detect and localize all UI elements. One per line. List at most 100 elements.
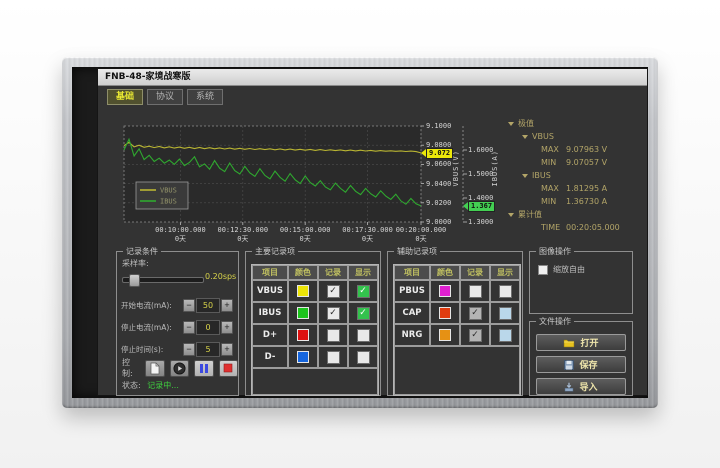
record-checkbox[interactable] [327, 351, 340, 364]
document-icon [149, 362, 161, 375]
x-tick-time: 00:15:00.000 [273, 226, 337, 234]
import-button[interactable]: 导入 [536, 378, 626, 395]
record-checkbox[interactable] [327, 329, 340, 342]
zoom-free-checkbox[interactable] [538, 265, 548, 275]
tab-protocol[interactable]: 协议 [147, 89, 183, 105]
tree-row-累计值: 累计值 [498, 208, 648, 221]
spinner-label: 停止电流(mA): [121, 322, 182, 333]
record-checkbox[interactable]: ✓ [327, 285, 340, 298]
save-button[interactable]: 保存 [536, 356, 626, 373]
pause-button[interactable] [194, 360, 213, 377]
aux-record-items-panel: 辅助记录项 项目颜色记录显示PBUSCAP✓NRG✓ [387, 251, 523, 396]
display-checkbox[interactable] [499, 285, 512, 298]
tree-row-max: MAX9.07963 V [498, 143, 648, 156]
table-row-ibus: IBUS✓✓ [252, 302, 378, 324]
app-content: 基础协议系统 VBUSIBUS9.10009.08009.06009.04009… [98, 86, 647, 395]
spinner-stop-current: 停止电流(mA):−0+ [121, 320, 234, 334]
tree-value: 9.07057 V [566, 156, 607, 169]
color-swatch[interactable] [297, 351, 309, 363]
stop-button[interactable] [219, 360, 238, 377]
tree-label: MIN [541, 197, 556, 206]
chevron-down-icon[interactable] [508, 213, 514, 217]
tree-row-ibus: IBUS [498, 169, 648, 182]
tree-row-max: MAX1.81295 A [498, 182, 648, 195]
legend-label: VBUS [160, 187, 177, 195]
y-right-tick: 1.3000 [468, 218, 493, 226]
minus-button[interactable]: − [183, 343, 195, 356]
chevron-down-icon[interactable] [522, 174, 528, 178]
tree-row-min: MIN 1.36730 A [498, 195, 648, 208]
tree-label: VBUS [532, 132, 554, 141]
control-label: 控制: [122, 357, 140, 379]
panel-title: 主要记录项 [252, 246, 298, 257]
minus-button[interactable]: − [183, 299, 195, 312]
tab-system[interactable]: 系统 [187, 89, 223, 105]
column-header: 显示 [490, 265, 520, 280]
y-left-tick: 9.0200 [426, 199, 451, 207]
table-row-vbus: VBUS✓✓ [252, 280, 378, 302]
image-operations-panel: 图像操作 缩放自由 [529, 251, 633, 314]
button-label: 打开 [580, 336, 598, 349]
file-buttons: 打开保存导入 [536, 334, 626, 395]
chart[interactable]: VBUSIBUS9.10009.08009.06009.04009.02009.… [122, 122, 504, 250]
tree-value: 1.36730 A [566, 195, 607, 208]
button-label: 导入 [579, 380, 597, 393]
table-empty-area [394, 346, 520, 395]
table-row-nrg: NRG ✓ [394, 324, 520, 346]
column-header: 项目 [252, 265, 288, 280]
plus-button[interactable]: + [221, 299, 233, 312]
slider-handle[interactable] [129, 274, 140, 287]
tree-label: 极值 [518, 119, 534, 128]
record-checkbox[interactable]: ✓ [469, 329, 482, 342]
zoom-free-row: 缩放自由 [538, 264, 585, 275]
display-checkbox[interactable] [357, 329, 370, 342]
column-header: 显示 [348, 265, 378, 280]
record-checkbox[interactable]: ✓ [469, 307, 482, 320]
color-swatch[interactable] [439, 285, 451, 297]
play-button[interactable] [170, 360, 189, 377]
spinner-label: 停止时间(s): [121, 344, 182, 355]
open-button[interactable]: 打开 [536, 334, 626, 351]
item-name-cell: PBUS [394, 280, 430, 302]
chevron-down-icon[interactable] [508, 122, 514, 126]
panel-title: 辅助记录项 [394, 246, 440, 257]
y-right-tick: 1.5000 [468, 170, 493, 178]
item-name-cell: D- [252, 346, 288, 368]
display-checkbox[interactable] [357, 351, 370, 364]
plus-button[interactable]: + [221, 321, 233, 334]
plus-button[interactable]: + [221, 343, 233, 356]
sample-rate-value: 0.20sps [205, 272, 236, 281]
y-left-tick: 9.0600 [426, 160, 451, 168]
color-swatch[interactable] [297, 307, 309, 319]
chevron-down-icon[interactable] [522, 135, 528, 139]
tab-basic[interactable]: 基础 [107, 89, 143, 105]
spinner-group: 开始电流(mA):−50+停止电流(mA):−0+停止时间(s):−5+ [121, 290, 234, 356]
x-tick-time: 00:12:30.000 [211, 226, 275, 234]
display-checkbox[interactable] [499, 329, 512, 342]
color-swatch[interactable] [439, 329, 451, 341]
record-checkbox[interactable]: ✓ [327, 307, 340, 320]
x-tick-day: 0天 [273, 235, 337, 243]
color-swatch[interactable] [297, 285, 309, 297]
window-titlebar: FNB-48-家境战寒版 [98, 69, 647, 86]
spinner-start-current: 开始电流(mA):−50+ [121, 298, 234, 312]
pause-icon [199, 363, 209, 374]
spinner-value: 0 [196, 320, 220, 335]
color-swatch[interactable] [439, 307, 451, 319]
color-swatch[interactable] [297, 329, 309, 341]
sample-rate-slider[interactable] [122, 277, 204, 283]
column-header: 颜色 [288, 265, 318, 280]
tree-value: 1.81295 A [566, 182, 607, 195]
stop-icon [223, 363, 233, 373]
display-checkbox[interactable]: ✓ [357, 285, 370, 298]
column-header: 记录 [318, 265, 348, 280]
display-checkbox[interactable] [499, 307, 512, 320]
record-checkbox[interactable] [469, 285, 482, 298]
display-checkbox[interactable]: ✓ [357, 307, 370, 320]
minus-button[interactable]: − [183, 321, 195, 334]
tree-row-time: TIME00:20:05.000 [498, 221, 648, 234]
new-record-button[interactable] [145, 360, 164, 377]
item-name-cell: NRG [394, 324, 430, 346]
table-row-cap: CAP✓ [394, 302, 520, 324]
x-tick-day: 0天 [148, 235, 212, 243]
